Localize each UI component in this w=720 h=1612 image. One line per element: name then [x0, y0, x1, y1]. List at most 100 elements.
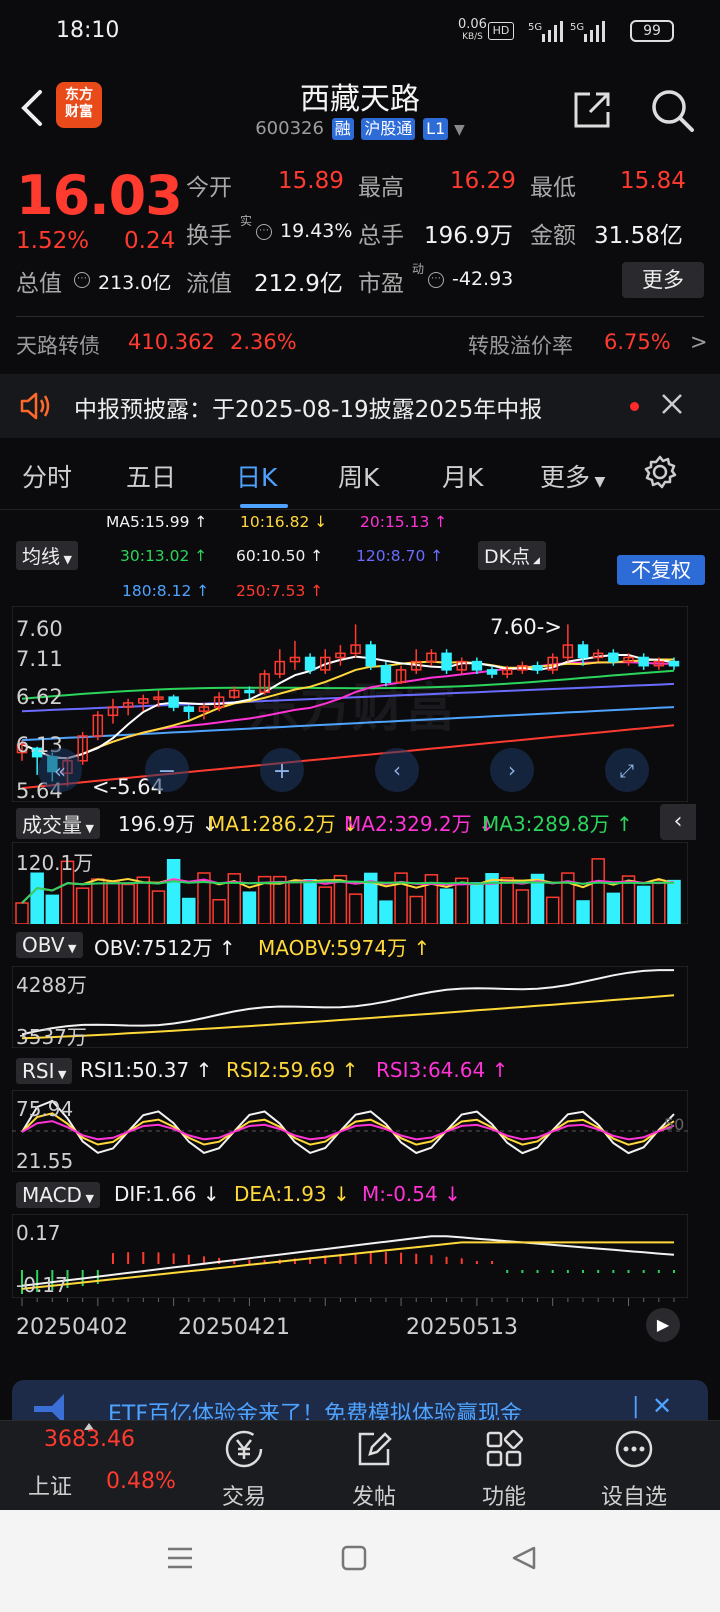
close-icon[interactable]: ✕ — [652, 1392, 672, 1420]
tag-connect: 沪股通 — [361, 118, 416, 140]
turnover-label: 换手 — [186, 223, 232, 249]
bottom-nav: 3683.46 上证 0.48% 交易 发帖 功能 设自选 — [0, 1420, 720, 1510]
obv-chart[interactable]: 4288万 3537万 — [12, 966, 688, 1048]
volume-bar — [15, 902, 29, 924]
y-tick: 3537万 — [16, 1025, 87, 1048]
net-speed: 0.06 KB/S — [458, 18, 487, 44]
convertible-bond-row[interactable]: 天路转债 410.362 2.36% 转股溢价率 6.75% > — [0, 324, 720, 372]
volume-bar — [166, 858, 181, 924]
y-tick: 4288万 — [16, 973, 87, 997]
macd-selector-label: MACD — [22, 1183, 82, 1207]
volume-bar — [379, 900, 393, 924]
candle-body — [441, 652, 452, 671]
current-price: 16.03 — [16, 164, 183, 227]
fullscreen-icon[interactable]: ⤢ — [605, 748, 649, 792]
menu-icon[interactable] — [166, 1544, 194, 1572]
amount-value: 31.58亿 — [594, 223, 683, 249]
nav-watchlist[interactable]: 设自选 — [584, 1427, 684, 1511]
tab-monthly-k[interactable]: 月K — [442, 458, 483, 494]
nav-functions[interactable]: 功能 — [454, 1427, 554, 1511]
collapse-panel-icon[interactable]: ‹ — [660, 804, 696, 840]
volume-bar — [75, 887, 90, 924]
candlestick-chart[interactable]: 东方财富 7.60 7.11 6.62 6.13 5.64 7.60-> <-5… — [12, 606, 688, 802]
notice-text: 中报预披露：于2025-08-19披露2025年中报 — [74, 397, 543, 423]
tag-level: L1 — [423, 118, 449, 140]
zoom-in-icon[interactable]: + — [260, 748, 304, 792]
candle-body — [380, 664, 392, 684]
macd-m-label: M:-0.54 ↓ — [362, 1182, 461, 1206]
info-icon[interactable]: ⋯ — [74, 272, 90, 288]
settings-gear-icon[interactable] — [642, 454, 678, 490]
ma5-label: MA5:15.99 ↑ — [106, 513, 208, 531]
play-icon[interactable]: ▶ — [646, 1308, 680, 1342]
rsi-selector[interactable]: RSI ▼ — [16, 1058, 73, 1084]
volume-bar — [136, 876, 151, 924]
active-tab-indicator — [240, 504, 288, 508]
status-bar: 18:10 0.06 KB/S HD 5G 5G 99 — [0, 0, 720, 66]
ma20-label: 20:15.13 ↑ — [360, 513, 448, 531]
ma-selector[interactable]: 均线 ▼ — [16, 541, 78, 570]
tab-weekly-k[interactable]: 周K — [338, 458, 379, 494]
index-value[interactable]: 3683.46 — [44, 1427, 135, 1452]
volume-bar — [500, 877, 514, 924]
pan-left-icon[interactable]: ‹ — [375, 748, 419, 792]
candle-body — [304, 656, 316, 671]
banner-divider: | — [632, 1394, 640, 1419]
dk-point-selector[interactable]: DK点 ◢ — [478, 541, 546, 570]
back-arrow-icon[interactable] — [16, 86, 48, 130]
candle-body — [365, 644, 376, 667]
close-icon[interactable] — [660, 392, 684, 416]
y-tick: 7.60 — [16, 617, 63, 641]
maobv-line — [21, 994, 675, 1040]
volume-chart[interactable]: 120.1万 — [12, 842, 688, 924]
bond-label: 天路转债 — [16, 334, 100, 358]
system-nav-bar — [0, 1510, 720, 1612]
pan-right-icon[interactable]: › — [490, 748, 534, 792]
float-value: 212.9亿 — [254, 271, 343, 297]
tab-daily-k[interactable]: 日K — [236, 458, 277, 494]
volume-bar — [106, 881, 120, 924]
change-amount: 0.24 — [124, 228, 176, 254]
volume-bar — [576, 900, 590, 924]
tab-more[interactable]: 更多 ▼ — [540, 458, 605, 494]
dropdown-icon: ▼ — [590, 474, 606, 490]
nav-post[interactable]: 发帖 — [324, 1427, 424, 1511]
svg-text:«: « — [54, 759, 66, 783]
pan-left-fast-icon[interactable]: « — [38, 748, 82, 792]
info-icon[interactable]: ⋯ — [256, 224, 272, 240]
candle-body — [183, 706, 195, 712]
volume-bar — [212, 898, 226, 924]
candle-body — [668, 660, 680, 667]
macd-selector[interactable]: MACD ▼ — [16, 1182, 100, 1208]
chevron-down-icon[interactable]: ▼ — [454, 122, 465, 138]
amount-label: 金额 — [530, 223, 576, 249]
y-tick: 75.94 — [16, 1097, 73, 1121]
volume-bar — [30, 872, 44, 924]
tab-intraday[interactable]: 分时 — [22, 458, 72, 494]
rsi-selector-label: RSI — [22, 1059, 55, 1083]
volume-indicator-selector[interactable]: 成交量 ▼ — [16, 808, 100, 839]
corner-icon: ◢ — [530, 556, 540, 566]
ma250-label: 250:7.53 ↑ — [236, 582, 324, 600]
search-icon[interactable] — [648, 86, 696, 134]
macd-chart[interactable]: 0.17 -0.17 — [12, 1214, 688, 1298]
volume-bar — [303, 879, 317, 924]
rsi-chart[interactable]: 75.94 21.55 50 — [12, 1090, 688, 1172]
back-triangle-icon[interactable] — [510, 1544, 538, 1572]
home-icon[interactable] — [340, 1544, 368, 1572]
volume-label: 总手 — [358, 223, 404, 249]
speaker-icon — [20, 392, 50, 420]
info-icon[interactable]: ⋯ — [428, 272, 444, 288]
zoom-out-icon[interactable]: − — [145, 748, 189, 792]
nav-trade[interactable]: 交易 — [194, 1427, 294, 1511]
notice-bar[interactable]: 中报预披露：于2025-08-19披露2025年中报 — [0, 374, 720, 438]
no-adjust-button[interactable]: 不复权 — [617, 555, 705, 585]
share-icon[interactable] — [570, 88, 614, 132]
more-button[interactable]: 更多 — [622, 262, 704, 298]
obv-selector[interactable]: OBV ▼ — [16, 932, 83, 958]
svg-text:−: − — [158, 759, 176, 784]
y-tick: -0.17 — [16, 1273, 68, 1297]
tag-margin: 融 — [331, 118, 354, 140]
tab-five-day[interactable]: 五日 — [126, 458, 176, 494]
max-annotation: 7.60-> — [490, 615, 562, 639]
